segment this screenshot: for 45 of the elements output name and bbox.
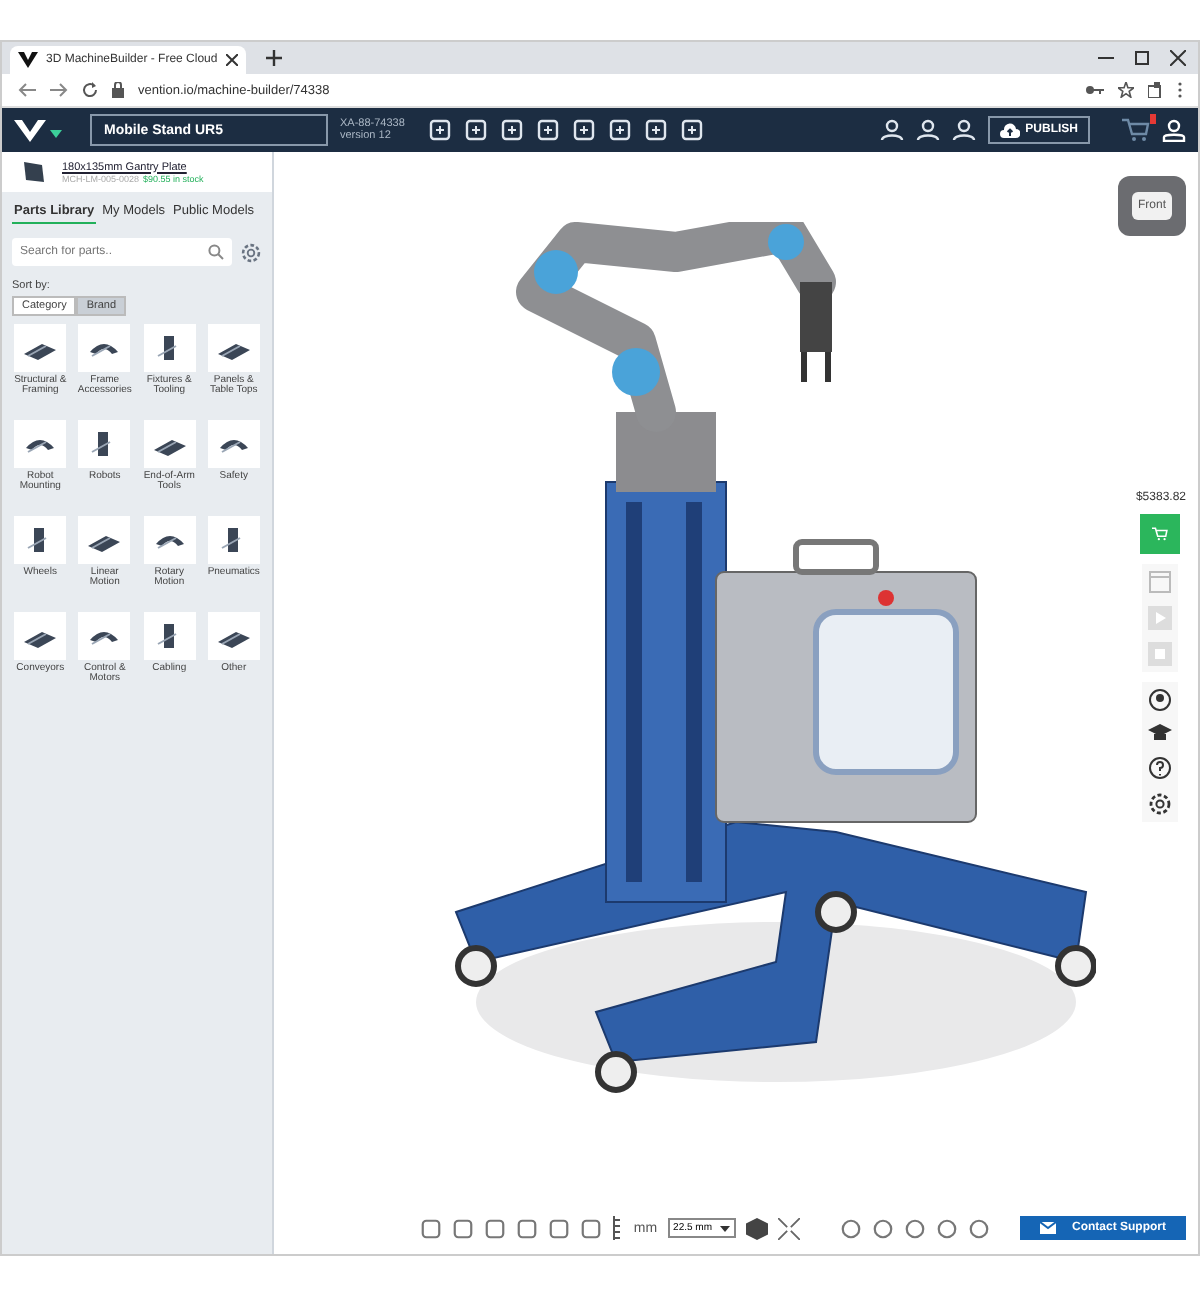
- maximize-icon[interactable]: [1134, 50, 1150, 66]
- user-icon[interactable]: [1162, 118, 1186, 142]
- cube-icon[interactable]: [746, 1217, 768, 1239]
- cart-icon: [1152, 524, 1169, 544]
- category-tile[interactable]: [14, 516, 67, 564]
- category-tile[interactable]: [207, 420, 260, 468]
- help-icon[interactable]: [1148, 756, 1173, 780]
- cloud-upload-icon: [999, 122, 1020, 138]
- reload-icon[interactable]: [82, 82, 98, 98]
- plate-icon: [22, 160, 46, 184]
- extension-icon[interactable]: [1148, 82, 1164, 98]
- category-tile[interactable]: [207, 324, 260, 372]
- search-icon: [208, 244, 224, 260]
- category-tile[interactable]: [14, 420, 67, 468]
- lock-icon: [112, 82, 124, 98]
- ruler-grid-icon[interactable]: [611, 1216, 624, 1240]
- category-tile[interactable]: [78, 324, 131, 372]
- collapse-arrows-icon[interactable]: [778, 1217, 800, 1239]
- category-tile[interactable]: [143, 612, 196, 660]
- settings-icon[interactable]: [1148, 792, 1173, 816]
- category-tile[interactable]: [143, 420, 196, 468]
- cart-icon[interactable]: [1122, 118, 1150, 142]
- graduation-cap-icon[interactable]: [1148, 724, 1173, 744]
- category-tile[interactable]: [143, 324, 196, 372]
- category-tile[interactable]: [14, 612, 67, 660]
- new-tab-icon[interactable]: [265, 50, 282, 66]
- user-icon[interactable]: [1148, 688, 1173, 712]
- category-tile[interactable]: [207, 612, 260, 660]
- key-icon[interactable]: [1086, 84, 1104, 96]
- mail-icon: [1040, 1222, 1056, 1234]
- category-tile[interactable]: [78, 612, 131, 660]
- add-to-cart-button[interactable]: [1140, 514, 1181, 554]
- logo-icon: [18, 52, 38, 68]
- forward-icon[interactable]: [50, 82, 68, 98]
- caret-icon: [720, 1225, 730, 1231]
- star-icon[interactable]: [1118, 82, 1134, 98]
- category-tile[interactable]: [14, 324, 67, 372]
- logo-icon[interactable]: [14, 118, 62, 142]
- category-tile[interactable]: [143, 516, 196, 564]
- category-tile[interactable]: [78, 516, 131, 564]
- close-icon[interactable]: [1170, 50, 1186, 66]
- back-icon[interactable]: [18, 82, 36, 98]
- category-tile[interactable]: [207, 516, 260, 564]
- close-icon[interactable]: [225, 54, 238, 66]
- category-tile[interactable]: [78, 420, 131, 468]
